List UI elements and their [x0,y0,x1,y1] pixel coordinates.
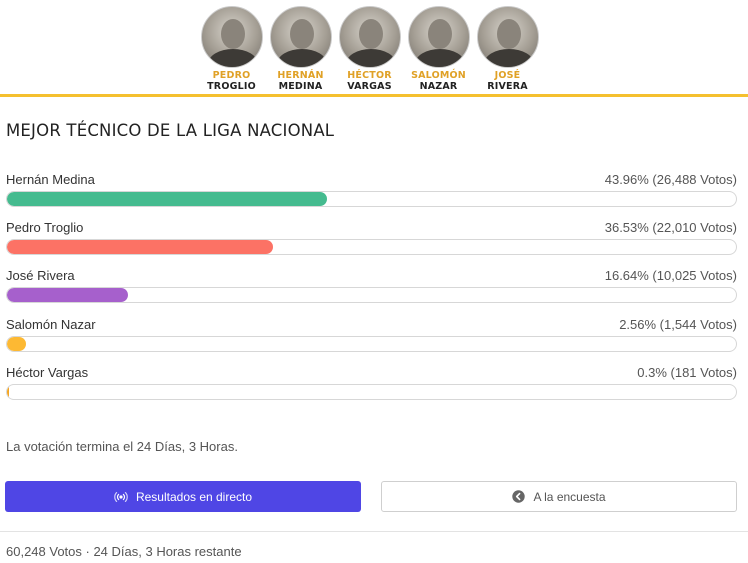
coach-last-name: NAZAR [419,81,458,92]
coach-card: JOSÉ RIVERA [476,6,539,92]
banner-divider [0,94,748,97]
coaches-banner: PEDRO TROGLIO HERNÁN MEDINA HÉCTOR VARGA… [0,0,748,96]
back-to-poll-button[interactable]: A la encuesta [381,481,737,512]
option-progress-track [6,239,737,255]
footer-divider [0,531,748,532]
coach-first-name: HÉCTOR [347,70,392,81]
coach-card: PEDRO TROGLIO [200,6,263,92]
coach-card: SALOMÓN NAZAR [407,6,470,92]
option-name: Salomón Nazar [6,317,96,332]
option-progress-track [6,287,737,303]
option-stat: 43.96% (26,488 Votos) [604,172,737,187]
coach-photo [200,6,263,68]
option-progress-fill [7,288,129,302]
broadcast-icon [114,491,128,503]
live-results-button[interactable]: Resultados en directo [5,481,361,512]
poll-title: MEJOR TÉCNICO DE LA LIGA NACIONAL [6,121,335,140]
coach-photo-row: PEDRO TROGLIO HERNÁN MEDINA HÉCTOR VARGA… [200,6,539,92]
option-progress-fill [7,337,26,351]
option-name: Pedro Troglio [6,220,84,235]
option-stat: 0.3% (181 Votos) [637,365,737,380]
back-to-poll-label: A la encuesta [533,489,606,504]
option-progress-fill [7,240,274,254]
option-name: Hernán Medina [6,172,95,187]
coach-photo [476,6,539,68]
option-progress-fill [7,385,10,399]
coach-first-name: JOSÉ [494,70,521,81]
coach-first-name: SALOMÓN [411,70,466,81]
option-progress-track [6,384,737,400]
arrow-left-circle-icon [512,490,526,503]
coach-last-name: VARGAS [347,81,392,92]
option-stat: 36.53% (22,010 Votos) [604,220,737,235]
coach-last-name: RIVERA [487,81,528,92]
coach-last-name: TROGLIO [207,81,256,92]
poll-footer-summary: 60,248 Votos · 24 Días, 3 Horas restante [6,544,242,559]
option-name: José Rivera [6,268,75,283]
coach-last-name: MEDINA [278,81,323,92]
coach-photo [407,6,470,68]
live-results-label: Resultados en directo [135,489,253,504]
coach-photo [338,6,401,68]
option-stat: 16.64% (10,025 Votos) [604,268,737,283]
option-name: Héctor Vargas [6,365,89,380]
poll-end-notice: La votación termina el 24 Días, 3 Horas. [6,439,238,454]
coach-first-name: HERNÁN [277,70,324,81]
coach-card: HÉCTOR VARGAS [338,6,401,92]
option-stat: 2.56% (1,544 Votos) [619,317,737,332]
option-progress-track [6,336,737,352]
coach-photo [269,6,332,68]
option-progress-fill [7,192,328,206]
coach-first-name: PEDRO [212,70,251,81]
coach-card: HERNÁN MEDINA [269,6,332,92]
option-progress-track [6,191,737,207]
